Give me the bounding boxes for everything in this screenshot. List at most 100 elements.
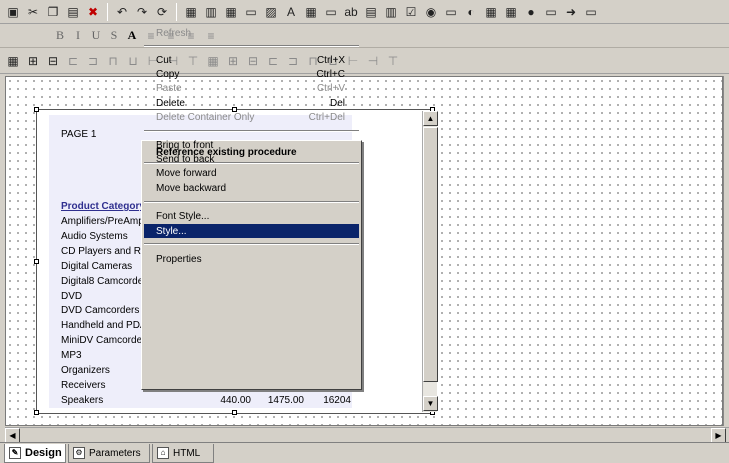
menu-item-properties[interactable]: Properties (144, 252, 359, 266)
speakers-value-1: 440.00 (220, 395, 251, 406)
report-row: Handheld and PDA (61, 320, 147, 332)
checkbox-icon[interactable]: ☑ (402, 3, 420, 21)
report-vertical-scrollbar[interactable]: ▲ ▼ (422, 111, 438, 412)
resize-handle-bm[interactable] (232, 410, 237, 415)
report-row: MP3 (61, 350, 82, 362)
menu-item-send-to-back[interactable]: Send to back (144, 152, 359, 166)
redo-icon[interactable]: ↷ (133, 3, 151, 21)
report-row: Digital Cameras (61, 260, 133, 272)
button-icon[interactable]: ▭ (442, 3, 460, 21)
radio-icon[interactable]: ◉ (422, 3, 440, 21)
save-icon[interactable]: ▣ (4, 3, 22, 21)
layout-tool-icon[interactable]: ⊏ (64, 52, 82, 70)
window-icon[interactable]: ▭ (542, 3, 560, 21)
copy-icon[interactable]: ❐ (44, 3, 62, 21)
scroll-left-button[interactable]: ◀ (5, 428, 20, 443)
parameters-icon: ⚙ (73, 447, 85, 459)
textbox-icon[interactable]: ab (342, 3, 360, 21)
layout-tool-icon[interactable]: ⊟ (44, 52, 62, 70)
html-icon: ⌂ (157, 447, 169, 459)
scroll-right-button[interactable]: ▶ (711, 428, 726, 443)
tab-parameters[interactable]: ⚙ Parameters (68, 444, 150, 463)
toolbar-separator (176, 2, 177, 21)
report-row: Speakers (61, 394, 104, 406)
menu-separator (144, 45, 359, 47)
grid-icon[interactable]: ▦ (302, 3, 320, 21)
label-icon[interactable]: ▭ (322, 3, 340, 21)
table-icon[interactable]: ▦ (222, 3, 240, 21)
strike-button[interactable]: S (106, 28, 122, 43)
menu-separator (144, 130, 359, 132)
report-row: MiniDV Camcorders (61, 335, 151, 347)
report-row: Receivers (61, 379, 106, 391)
resize-handle-tl[interactable] (34, 107, 39, 112)
palette-icon[interactable]: ◐ (462, 3, 480, 21)
menu-item-bring-to-front[interactable]: Bring to front (144, 138, 359, 152)
calendar-icon[interactable]: ▦ (482, 3, 500, 21)
rectangle-icon[interactable]: ▭ (242, 3, 260, 21)
menu-item-cut[interactable]: Cut Ctrl+X (144, 53, 359, 67)
layout-tool-icon[interactable]: ⊔ (124, 52, 142, 70)
resize-handle-ml[interactable] (34, 259, 39, 264)
listbox-icon[interactable]: ▤ (362, 3, 380, 21)
menu-item-move-forward[interactable]: Move forward (144, 166, 359, 180)
form-icon[interactable]: ▦ (182, 3, 200, 21)
format-toolbar: B I U S A ≡ ≡ ≡ ≡ (0, 24, 729, 48)
resize-handle-bl[interactable] (34, 410, 39, 415)
bold-button[interactable]: B (52, 28, 68, 43)
delete-icon[interactable]: ✖ (84, 3, 102, 21)
image-icon[interactable]: ▨ (262, 3, 280, 21)
layout-tool-icon[interactable]: ⊐ (84, 52, 102, 70)
speakers-value-2: 1475.00 (267, 395, 304, 406)
page-label: PAGE 1 (61, 129, 97, 140)
report-row: Audio Systems (61, 230, 128, 242)
canvas-horizontal-scrollbar[interactable]: ◀ ▶ (5, 427, 729, 443)
menu-separator (144, 201, 359, 203)
scroll-up-button[interactable]: ▲ (423, 111, 438, 126)
layout-tool-icon[interactable]: ⊣ (364, 52, 382, 70)
chart-icon[interactable]: ▥ (202, 3, 220, 21)
menu-separator (144, 243, 359, 245)
font-color-button[interactable]: A (124, 28, 140, 43)
report-row: Amplifiers/PreAmps (61, 216, 149, 227)
paste-icon[interactable]: ▤ (64, 3, 82, 21)
menu-item-refresh[interactable]: Refresh (144, 26, 359, 40)
color-icon[interactable]: ● (522, 3, 540, 21)
underline-button[interactable]: U (88, 28, 104, 43)
tab-design[interactable]: ✎ Design (4, 444, 66, 463)
layout-tool-icon[interactable]: ⊞ (24, 52, 42, 70)
menu-item-delete-container-only[interactable]: Delete Container Only Ctrl+Del (144, 110, 359, 124)
canvas-vertical-scrollbar[interactable] (723, 76, 729, 426)
arrow-icon[interactable]: ➜ (562, 3, 580, 21)
speakers-value-3: 16204 (323, 395, 351, 406)
cut-icon[interactable]: ✂ (24, 3, 42, 21)
menu-item-move-backward[interactable]: Move backward (144, 181, 359, 195)
undo-icon[interactable]: ↶ (113, 3, 131, 21)
report-row: Organizers (61, 365, 110, 376)
design-icon: ✎ (9, 447, 21, 459)
scroll-down-button[interactable]: ▼ (423, 396, 438, 411)
menu-item-font-style[interactable]: Font Style... (144, 209, 359, 223)
product-category-header[interactable]: Product Category (61, 201, 145, 212)
toolbar-separator (107, 2, 108, 21)
layout-toolbar: ▦ ⊞ ⊟ ⊏ ⊐ ⊓ ⊔ ⊢ ⊣ ⊤ ▦ ⊞ ⊟ ⊏ ⊐ ⊓ ⊔ ⊢ ⊣ ⊤ (0, 48, 729, 74)
text-icon[interactable]: A (282, 3, 300, 21)
layout-tool-icon[interactable]: ▦ (4, 52, 22, 70)
menu-item-copy[interactable]: Copy Ctrl+C (144, 67, 359, 81)
menu-item-style[interactable]: Style... (144, 224, 359, 238)
layout-tool-icon[interactable]: ⊓ (104, 52, 122, 70)
refresh-icon[interactable]: ⟳ (153, 3, 171, 21)
layout-tool-icon[interactable]: ⊤ (384, 52, 402, 70)
standard-toolbar: ▣ ✂ ❐ ▤ ✖ ↶ ↷ ⟳ ▦ ▥ ▦ ▭ ▨ A ▦ ▭ ab ▤ ▥ ☑ ◉ ▭ ◐ ▦ ▦ ● ▭ ➜ ▭ (0, 0, 729, 24)
crosstab-icon[interactable]: ▦ (502, 3, 520, 21)
border-icon[interactable]: ▭ (582, 3, 600, 21)
scroll-thumb[interactable] (423, 127, 438, 382)
italic-button[interactable]: I (70, 28, 86, 43)
view-tabs: ✎ Design ⚙ Parameters ⌂ HTML (0, 442, 729, 463)
menu-item-paste[interactable]: Paste Ctrl+V (144, 81, 359, 95)
tab-html[interactable]: ⌂ HTML (152, 444, 214, 463)
menu-item-delete[interactable]: Delete Del (144, 96, 359, 110)
context-menu: Reference existing procedure Refresh Cut C… (141, 28, 362, 390)
combo-icon[interactable]: ▥ (382, 3, 400, 21)
report-row: DVD (61, 290, 83, 302)
